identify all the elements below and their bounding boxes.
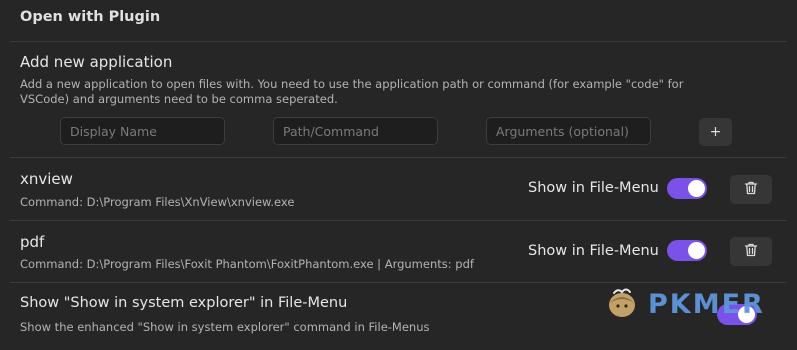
application-name: pdf [20,233,45,251]
add-application-description: Add a new application to open files with… [20,77,684,106]
show-in-file-menu-label: Show in File-Menu [528,180,659,196]
delete-application-button[interactable] [730,237,772,266]
divider [10,220,787,221]
add-application-title: Add new application [20,53,173,71]
toggle-knob [688,242,705,259]
divider [10,282,787,283]
trash-icon [743,180,759,200]
system-explorer-setting-title: Show "Show in system explorer" in File-M… [20,295,348,311]
settings-pane: Open with Plugin Add new application Add… [0,0,797,350]
pkmer-watermark: PKMER [604,284,794,324]
pkmer-watermark-text: PKMER [648,288,765,320]
application-command: Command: D:\Program Files\Foxit Phantom\… [20,257,474,271]
pkmer-logo-icon [604,284,640,324]
system-explorer-setting-description: Show the enhanced "Show in system explor… [20,320,430,334]
application-command: Command: D:\Program Files\XnView\xnview.… [20,195,295,209]
show-in-file-menu-toggle[interactable] [667,240,707,261]
trash-icon [743,242,759,262]
application-name: xnview [20,170,73,188]
divider [10,157,787,158]
path-command-input[interactable] [273,117,438,145]
show-in-file-menu-label: Show in File-Menu [528,243,659,259]
delete-application-button[interactable] [730,175,772,204]
display-name-input[interactable] [60,117,225,145]
divider [10,41,787,42]
add-application-button[interactable]: + [699,118,732,146]
toggle-knob [688,180,705,197]
arguments-input[interactable] [486,117,651,145]
section-heading: Open with Plugin [20,9,161,25]
show-in-file-menu-toggle[interactable] [667,178,707,199]
